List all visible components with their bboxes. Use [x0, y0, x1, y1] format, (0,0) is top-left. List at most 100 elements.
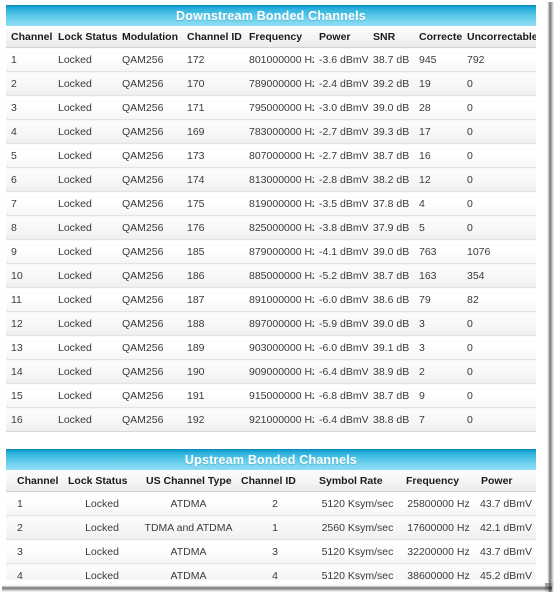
downstream-cell: 813000000 Hz [244, 167, 314, 192]
table-row: 10 Locked QAM256 186 885000000 Hz -5.2 dBmV 38… [6, 263, 536, 288]
downstream-cell: 163 [414, 263, 462, 288]
downstream-cell: 3 [6, 95, 53, 120]
downstream-cell: 792 [462, 47, 536, 72]
upstream-cell: 5120 Ksym/sec [314, 539, 401, 564]
table-row: 7 Locked QAM256 175 819000000 Hz -3.5 dBmV 37.… [6, 191, 536, 216]
downstream-cell: QAM256 [117, 239, 182, 264]
table-row: 11 Locked QAM256 187 891000000 Hz -6.0 dBmV 38… [6, 287, 536, 312]
downstream-cell: 38.7 dB [368, 383, 414, 408]
downstream-cell: 3 [414, 311, 462, 336]
downstream-cell: 192 [182, 407, 244, 432]
downstream-cell: 173 [182, 143, 244, 168]
table-row: 12 Locked QAM256 188 897000000 Hz -5.9 dBmV 39… [6, 311, 536, 336]
modem-status-page: Downstream Bonded Channels Channel Lock S… [0, 0, 542, 580]
table-row: 3 Locked QAM256 171 795000000 Hz -3.0 dBmV 39.… [6, 95, 536, 120]
downstream-cell: 9 [6, 239, 53, 264]
downstream-cell: 37.9 dB [368, 215, 414, 240]
downstream-cell: Locked [53, 407, 117, 432]
downstream-cell: 0 [462, 95, 536, 120]
downstream-cell: 38.8 dB [368, 407, 414, 432]
downstream-column-header: Modulation [117, 26, 182, 48]
downstream-cell: Locked [53, 191, 117, 216]
table-row: 14 Locked QAM256 190 909000000 Hz -6.4 dBmV 38… [6, 359, 536, 384]
downstream-cell: -2.7 dBmV [314, 119, 368, 144]
upstream-column-header: Channel ID [236, 470, 314, 492]
downstream-cell: Locked [53, 359, 117, 384]
downstream-cell: 11 [6, 287, 53, 312]
downstream-cell: 763 [414, 239, 462, 264]
downstream-cell: 174 [182, 167, 244, 192]
upstream-cell: 3 [6, 539, 63, 564]
downstream-cell: 17 [414, 119, 462, 144]
downstream-cell: 38.7 dB [368, 263, 414, 288]
downstream-cell: 38.7 dB [368, 143, 414, 168]
downstream-cell: 38.2 dB [368, 167, 414, 192]
downstream-section-title: Downstream Bonded Channels [6, 5, 536, 26]
downstream-cell: -4.1 dBmV [314, 239, 368, 264]
upstream-cell: 45.2 dBmV [476, 563, 536, 580]
downstream-cell: QAM256 [117, 95, 182, 120]
downstream-cell: QAM256 [117, 215, 182, 240]
frame-shadow-bottom [2, 584, 552, 592]
upstream-cell: 2560 Ksym/sec [314, 515, 401, 540]
downstream-cell: 176 [182, 215, 244, 240]
downstream-cell: Locked [53, 311, 117, 336]
downstream-cell: QAM256 [117, 287, 182, 312]
upstream-column-header: Power [476, 470, 536, 492]
downstream-cell: 186 [182, 263, 244, 288]
downstream-cell: Locked [53, 383, 117, 408]
downstream-cell: 0 [462, 215, 536, 240]
downstream-cell: Locked [53, 167, 117, 192]
downstream-cell: 903000000 Hz [244, 335, 314, 360]
downstream-cell: 825000000 Hz [244, 215, 314, 240]
downstream-cell: -3.6 dBmV [314, 47, 368, 72]
downstream-column-header: Channel ID [182, 26, 244, 48]
table-row: 9 Locked QAM256 185 879000000 Hz -4.1 dBmV 39.… [6, 239, 536, 264]
downstream-cell: -5.2 dBmV [314, 263, 368, 288]
upstream-table-body: 1 Locked ATDMA 2 5120 Ksym/sec 25800000 Hz 43.… [6, 491, 536, 580]
downstream-cell: 909000000 Hz [244, 359, 314, 384]
downstream-cell: 945 [414, 47, 462, 72]
downstream-cell: 0 [462, 143, 536, 168]
downstream-cell: Locked [53, 287, 117, 312]
upstream-cell: 17600000 Hz [401, 515, 476, 540]
downstream-cell: -3.0 dBmV [314, 95, 368, 120]
downstream-cell: 1076 [462, 239, 536, 264]
upstream-header-row: Channel Lock Status US Channel Type Channel… [6, 470, 536, 492]
upstream-cell: ATDMA [141, 491, 236, 516]
downstream-cell: 12 [414, 167, 462, 192]
downstream-cell: 0 [462, 119, 536, 144]
table-row: 4 Locked ATDMA 4 5120 Ksym/sec 38600000 Hz 45.… [6, 563, 536, 580]
downstream-column-header: Uncorrectables [462, 26, 536, 48]
downstream-cell: Locked [53, 143, 117, 168]
downstream-cell: 7 [6, 191, 53, 216]
downstream-cell: 38.7 dB [368, 47, 414, 72]
upstream-cell: 1 [6, 491, 63, 516]
downstream-cell: QAM256 [117, 119, 182, 144]
upstream-cell: 42.1 dBmV [476, 515, 536, 540]
downstream-cell: -6.4 dBmV [314, 359, 368, 384]
downstream-cell: 0 [462, 311, 536, 336]
downstream-column-header: SNR [368, 26, 414, 48]
downstream-cell: 819000000 Hz [244, 191, 314, 216]
downstream-cell: 921000000 Hz [244, 407, 314, 432]
downstream-cell: 39.0 dB [368, 95, 414, 120]
downstream-cell: 13 [6, 335, 53, 360]
downstream-cell: -3.5 dBmV [314, 191, 368, 216]
upstream-cell: Locked [63, 539, 141, 564]
downstream-cell: Locked [53, 71, 117, 96]
upstream-cell: ATDMA [141, 539, 236, 564]
downstream-cell: 187 [182, 287, 244, 312]
downstream-column-header: Lock Status [53, 26, 117, 48]
downstream-cell: 28 [414, 95, 462, 120]
downstream-cell: QAM256 [117, 383, 182, 408]
downstream-cell: 0 [462, 359, 536, 384]
downstream-cell: 188 [182, 311, 244, 336]
upstream-cell: Locked [63, 563, 141, 580]
downstream-cell: 801000000 Hz [244, 47, 314, 72]
downstream-cell: Locked [53, 47, 117, 72]
downstream-cell: 2 [6, 71, 53, 96]
downstream-bonded-channels-table: Channel Lock Status Modulation Channel ID Fr… [6, 26, 536, 432]
table-row: 5 Locked QAM256 173 807000000 Hz -2.7 dBmV 38.… [6, 143, 536, 168]
downstream-cell: QAM256 [117, 263, 182, 288]
